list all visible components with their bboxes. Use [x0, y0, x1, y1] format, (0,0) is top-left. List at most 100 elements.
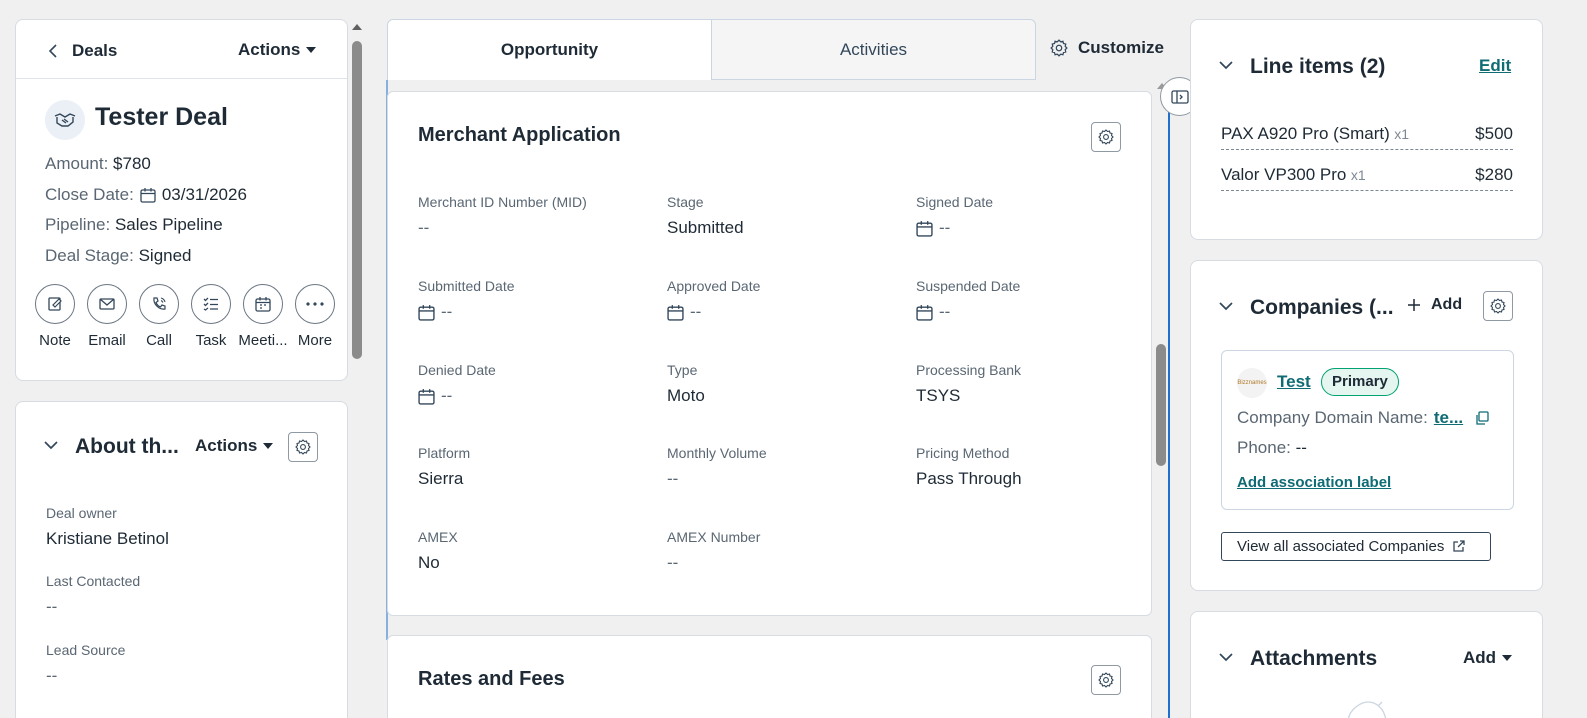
chevron-down-icon [1219, 653, 1233, 662]
panel-toggle-icon [1170, 89, 1189, 104]
merchant-field[interactable]: Denied Date -- [418, 362, 496, 406]
tab-activities-label: Activities [839, 39, 908, 59]
external-link-icon [1452, 540, 1465, 553]
merchant-field-label: Denied Date [418, 362, 496, 378]
calendar-icon [667, 304, 684, 321]
merchant-field[interactable]: Monthly Volume -- [667, 445, 767, 489]
tab-activities[interactable]: Activities [711, 19, 1036, 80]
quick-actions: Note Email Call Task Meeti... More [29, 284, 341, 349]
back-to-deals-link[interactable]: Deals [48, 41, 117, 61]
task-action[interactable]: Task [185, 284, 237, 349]
merchant-field-value-text: -- [441, 302, 453, 321]
about-actions-dropdown[interactable]: Actions [195, 436, 274, 456]
merchant-field-value-text: Moto [667, 386, 705, 405]
view-all-companies-button[interactable]: View all associated Companies [1221, 532, 1491, 561]
merchant-field-label: Signed Date [916, 194, 994, 210]
company-name-link[interactable]: Test [1277, 372, 1311, 392]
merchant-field-value: -- [667, 469, 767, 489]
deal-stage-property: Deal Stage: Signed [45, 245, 192, 265]
merchant-field-label: AMEX [418, 529, 458, 545]
amount-property: Amount: $780 [45, 154, 151, 173]
merchant-field[interactable]: Merchant ID Number (MID) -- [418, 194, 587, 238]
line-item-name: PAX A920 Pro (Smart) [1221, 124, 1390, 143]
merchant-field[interactable]: Signed Date -- [916, 194, 993, 238]
merchant-field-value: -- [916, 218, 993, 238]
merchant-field-value: Pass Through [916, 469, 1022, 489]
merchant-field-value-text: -- [667, 469, 679, 488]
pipeline-property: Pipeline: Sales Pipeline [45, 215, 223, 234]
calendar-icon [418, 304, 435, 321]
merchant-field-label: Pricing Method [916, 445, 1010, 461]
left-scrollbar[interactable] [351, 19, 363, 718]
merchant-field[interactable]: Suspended Date -- [916, 278, 1020, 322]
company-domain-label: Company Domain Name: [1237, 408, 1428, 427]
merchant-field[interactable]: Processing Bank TSYS [916, 362, 1021, 406]
merchant-settings-button[interactable] [1091, 122, 1121, 152]
rates-card-title: Rates and Fees [418, 668, 565, 690]
close-date-property: Close Date: 03/31/2026 [45, 184, 247, 204]
company-phone-label: Phone: [1237, 438, 1291, 457]
merchant-field[interactable]: AMEX No [418, 529, 458, 573]
rates-and-fees-card: Rates and Fees [387, 635, 1152, 718]
task-list-icon [203, 297, 219, 311]
call-action[interactable]: Call [133, 284, 185, 349]
record-actions-dropdown[interactable]: Actions [238, 40, 317, 60]
phone-icon [151, 296, 167, 312]
company-phone-row: Phone: -- [1237, 438, 1307, 458]
merchant-field[interactable]: AMEX Number -- [667, 529, 760, 573]
add-association-label-link[interactable]: Add association label [1237, 474, 1391, 491]
merchant-field-value-text: TSYS [916, 386, 961, 405]
more-action[interactable]: More [289, 284, 341, 349]
chevron-down-icon [44, 441, 58, 450]
line-item-row[interactable]: PAX A920 Pro (Smart) x1 $500 [1221, 124, 1513, 150]
merchant-field[interactable]: Approved Date -- [667, 278, 760, 322]
merchant-field-value: Sierra [418, 469, 470, 489]
tab-opportunity[interactable]: Opportunity [387, 19, 712, 80]
divider [16, 78, 347, 79]
companies-add-button[interactable]: Add [1407, 296, 1462, 314]
merchant-field-value-text: Pass Through [916, 469, 1022, 488]
merchant-field[interactable]: Type Moto [667, 362, 705, 406]
deal-owner-field[interactable]: Deal owner Kristiane Betinol [46, 505, 169, 549]
about-card: About th... Actions Deal owner Kristiane… [15, 401, 348, 718]
company-domain-link[interactable]: te... [1434, 408, 1463, 428]
customize-button[interactable]: Customize [1050, 38, 1164, 58]
attachments-collapse-toggle[interactable] [1219, 653, 1233, 662]
note-action[interactable]: Note [29, 284, 81, 349]
attachments-add-dropdown[interactable]: Add [1463, 648, 1513, 668]
merchant-field-value-text: Submitted [667, 218, 744, 237]
merchant-field[interactable]: Stage Submitted [667, 194, 744, 238]
middle-scrollbar[interactable] [1155, 80, 1167, 718]
last-contacted-field[interactable]: Last Contacted -- [46, 573, 140, 617]
merchant-field-value: No [418, 553, 458, 573]
empty-state-illustration [1338, 700, 1398, 718]
about-title: About th... [75, 435, 179, 458]
companies-settings-button[interactable] [1483, 291, 1513, 321]
merchant-field[interactable]: Pricing Method Pass Through [916, 445, 1022, 489]
calendar-icon [916, 304, 933, 321]
companies-collapse-toggle[interactable] [1219, 302, 1233, 311]
line-item-qty: x1 [1394, 126, 1410, 142]
left-scroll-thumb[interactable] [352, 41, 362, 359]
note-icon [47, 296, 63, 312]
rates-settings-button[interactable] [1091, 665, 1121, 695]
email-action[interactable]: Email [81, 284, 133, 349]
scroll-up-arrow[interactable] [351, 23, 363, 31]
attachments-add-label: Add [1463, 648, 1497, 667]
merchant-field[interactable]: Submitted Date -- [418, 278, 515, 322]
record-title: Tester Deal [95, 103, 228, 131]
meeting-action[interactable]: Meeti... [237, 284, 289, 349]
line-item-row[interactable]: Valor VP300 Pro x1 $280 [1221, 165, 1513, 191]
merchant-field-value: -- [418, 386, 496, 406]
line-item-price: $280 [1475, 165, 1513, 184]
lead-source-field[interactable]: Lead Source -- [46, 642, 125, 686]
line-items-edit-link[interactable]: Edit [1479, 56, 1511, 76]
line-items-collapse-toggle[interactable] [1219, 61, 1233, 70]
merchant-field-value-text: -- [690, 302, 702, 321]
about-collapse-toggle[interactable] [44, 441, 58, 450]
about-settings-button[interactable] [288, 432, 318, 462]
copy-icon[interactable] [1475, 411, 1489, 425]
merchant-field[interactable]: Platform Sierra [418, 445, 470, 489]
calendar-icon [916, 220, 933, 237]
middle-scroll-thumb[interactable] [1156, 344, 1166, 466]
